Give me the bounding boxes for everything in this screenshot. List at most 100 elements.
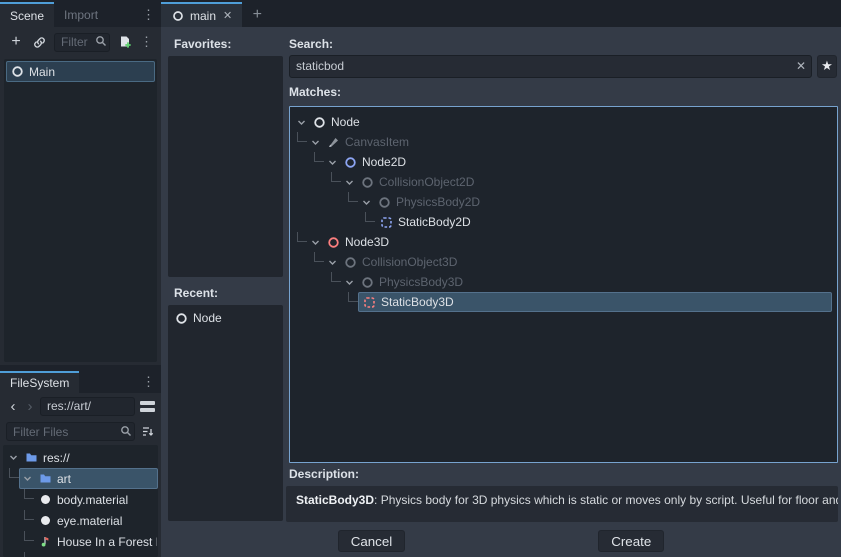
tree-item-cell[interactable]: Node3D [307,232,832,252]
tab-filesystem[interactable]: FileSystem [0,371,79,393]
scene-node-icon [171,9,185,23]
matches-tree[interactable]: NodeCanvasItemNode2DCollisionObject2D Phy… [289,106,838,463]
node-icon [10,65,24,79]
scene-tree-menu-icon[interactable]: ⋮ [140,34,153,50]
tree-item-cell[interactable]: PhysicsBody3D [341,272,832,292]
tree-item-cell[interactable]: eye.material [34,510,158,531]
tree-item-node2d[interactable]: Node2D [293,152,834,172]
tree-item-art[interactable]: art [5,468,158,489]
add-node-button[interactable]: + [8,34,24,50]
filesystem-path-input[interactable] [40,397,135,416]
tree-item-cell[interactable]: mob.glb [34,552,158,557]
favorites-list[interactable] [168,56,283,277]
chevron-down-icon[interactable] [297,118,307,127]
create-button[interactable]: Create [598,530,664,552]
tree-item-cell[interactable]: CollisionObject3D [324,252,832,272]
tree-item-cell[interactable]: House In a Forest Lo [34,531,158,552]
tree-item-cell[interactable]: Main [6,61,155,82]
close-tab-icon[interactable]: ✕ [223,9,232,22]
tree-item-mob-glb[interactable]: mob.glb [5,552,158,557]
tab-import[interactable]: Import [54,2,108,27]
tree-item-collisionobject2d[interactable]: CollisionObject2D [293,172,834,192]
clear-search-icon[interactable]: ✕ [796,59,806,73]
tree-item-res-[interactable]: res:// [5,447,158,468]
chevron-down-icon[interactable] [345,278,355,287]
tree-item-cell[interactable]: art [19,468,158,489]
chevron-down-icon[interactable] [328,158,338,167]
create-node-dialog: Favorites: Recent: Node Search: ✕ ★ Matc… [161,27,841,557]
description-text: : Physics body for 3D physics which is s… [374,493,838,507]
tab-main-label: main [190,9,216,23]
chevron-down-icon[interactable] [311,238,321,247]
favorites-label: Favorites: [174,37,231,51]
tabbar-spacer [108,2,136,27]
scene-tree[interactable]: Main [4,59,157,362]
search-input[interactable] [289,55,812,78]
tree-item-physicsbody3d[interactable]: PhysicsBody3D [293,272,834,292]
material-icon [38,493,52,507]
dialog-footer: Cancel Create [161,521,841,557]
attach-script-icon[interactable] [117,34,133,50]
tree-item-physicsbody2d[interactable]: PhysicsBody2D [293,192,834,212]
tree-item-label: Node [193,311,222,325]
tree-item-cell[interactable]: res:// [5,447,158,468]
tree-item-label: art [57,472,71,486]
description-label: Description: [289,467,359,481]
tree-item-staticbody3d[interactable]: StaticBody3D [293,292,834,312]
tree-item-label: PhysicsBody2D [396,195,480,209]
filesystem-filterbar [0,419,161,444]
filesystem-tree[interactable]: res:// art body.material eye.materialHouse … [3,445,158,557]
favorite-toggle-button[interactable]: ★ [817,55,837,78]
recent-list[interactable]: Node [168,305,283,521]
tree-guide-line [297,132,307,142]
audio-icon [38,535,52,549]
tree-item-cell[interactable]: PhysicsBody2D [358,192,832,212]
new-scene-tab-button[interactable]: + [242,2,272,27]
tree-item-staticbody2d[interactable]: StaticBody2D [293,212,834,232]
nav-back-icon[interactable]: ‹ [6,398,20,415]
instance-scene-link-icon[interactable] [31,34,47,50]
chevron-down-icon[interactable] [9,453,19,462]
tree-item-label: body.material [57,493,128,507]
tree-item-main[interactable]: Main [6,61,155,82]
matches-label: Matches: [289,85,341,99]
tree-item-eye-material[interactable]: eye.material [5,510,158,531]
tree-item-cell[interactable]: Node [293,112,832,132]
filesystem-menu-icon[interactable]: ⋮ [136,374,161,390]
nav-forward-icon[interactable]: › [23,398,37,415]
tree-item-cell[interactable]: CanvasItem [307,132,832,152]
tab-main-scene[interactable]: main ✕ [161,2,242,27]
cancel-button[interactable]: Cancel [338,530,406,552]
chevron-down-icon[interactable] [328,258,338,267]
tree-guide-line [314,152,324,162]
tab-scene[interactable]: Scene [0,2,54,27]
tree-item-cell[interactable]: body.material [34,489,158,510]
tree-item-house-in-a-forest-lo[interactable]: House In a Forest Lo [5,531,158,552]
tree-item-cell[interactable]: StaticBody2D [375,212,832,232]
chevron-down-icon[interactable] [362,198,372,207]
tree-guide-line [24,489,34,499]
chevron-down-icon[interactable] [345,178,355,187]
tree-item-canvasitem[interactable]: CanvasItem [293,132,834,152]
tree-item-cell[interactable]: Node [170,308,281,328]
tree-item-node3d[interactable]: Node3D [293,232,834,252]
scene-dock-menu-icon[interactable]: ⋮ [136,7,161,23]
tree-item-collisionobject3d[interactable]: CollisionObject3D [293,252,834,272]
tree-item-cell[interactable]: StaticBody3D [358,292,832,312]
chevron-down-icon[interactable] [23,474,33,483]
material-icon [38,514,52,528]
tree-item-label: res:// [43,451,70,465]
tree-guide-line [348,192,358,202]
file-sort-icon[interactable] [139,424,155,440]
tree-guide-line [24,552,34,557]
chevron-down-icon[interactable] [311,138,321,147]
toggle-split-mode-icon[interactable] [140,401,155,412]
node-gray-icon [360,175,374,189]
tree-item-body-material[interactable]: body.material [5,489,158,510]
tree-item-node[interactable]: Node [170,308,281,328]
tree-item-cell[interactable]: CollisionObject2D [341,172,832,192]
tree-item-node[interactable]: Node [293,112,834,132]
filter-files-input[interactable] [6,422,135,441]
search-row: ✕ ★ [289,54,837,78]
tree-item-cell[interactable]: Node2D [324,152,832,172]
